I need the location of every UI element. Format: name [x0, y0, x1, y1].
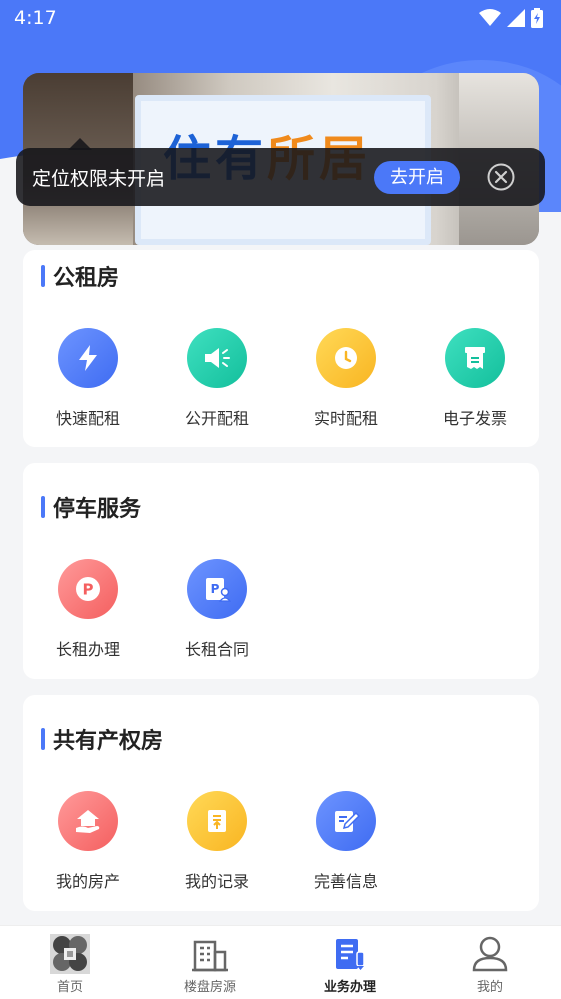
toast-message: 定位权限未开启: [32, 168, 166, 190]
lightning-icon: [58, 328, 118, 388]
section-parking: 停车服务 P 长租办理 P 长租合同: [23, 463, 539, 679]
my-records-button[interactable]: 我的记录: [152, 791, 282, 892]
invoice-icon: [445, 328, 505, 388]
tab-home[interactable]: 首页: [0, 926, 140, 999]
location-permission-toast: 定位权限未开启 去开启: [16, 138, 545, 206]
tab-listings[interactable]: 楼盘房源: [140, 926, 280, 999]
signal-icon: [507, 9, 525, 27]
business-icon: [336, 939, 365, 970]
my-property-button[interactable]: 我的房产: [23, 791, 153, 892]
realtime-rental-button[interactable]: 实时配租: [281, 328, 411, 429]
battery-icon: [531, 8, 543, 28]
bottom-tab-bar: 首页 楼盘房源 业务办理 我的: [0, 925, 561, 999]
enable-location-button[interactable]: 去开启: [374, 161, 460, 194]
svg-text:P: P: [83, 581, 94, 599]
section-title: 停车服务: [41, 491, 141, 523]
close-icon[interactable]: [487, 163, 515, 191]
wifi-icon: [479, 9, 501, 26]
parking-icon: P: [58, 559, 118, 619]
status-bar: 4:17: [0, 0, 561, 38]
section-shared-ownership: 共有产权房 我的房产 我的记录 完善信息: [23, 695, 539, 911]
tab-profile[interactable]: 我的: [420, 926, 560, 999]
status-icons: [479, 8, 543, 28]
section-title: 共有产权房: [41, 723, 163, 755]
contract-icon: P: [187, 559, 247, 619]
complete-info-button[interactable]: 完善信息: [281, 791, 411, 892]
quick-rental-button[interactable]: 快速配租: [23, 328, 153, 429]
section-title: 公租房: [41, 260, 119, 292]
status-time: 4:17: [14, 7, 57, 29]
long-term-rental-button[interactable]: P 长租办理: [23, 559, 153, 660]
home-icon: [50, 934, 90, 974]
tab-business[interactable]: 业务办理: [280, 926, 420, 999]
building-icon: [192, 940, 228, 972]
section-public-rental: 公租房 快速配租 公开配租 实时配租 电子发票: [23, 250, 539, 447]
public-rental-button[interactable]: 公开配租: [152, 328, 282, 429]
edit-icon: [316, 791, 376, 851]
record-icon: [187, 791, 247, 851]
clock-icon: [316, 328, 376, 388]
user-icon: [472, 936, 508, 972]
long-term-contract-button[interactable]: P 长租合同: [152, 559, 282, 660]
megaphone-icon: [187, 328, 247, 388]
house-hand-icon: [58, 791, 118, 851]
e-invoice-button[interactable]: 电子发票: [410, 328, 540, 429]
svg-text:P: P: [211, 582, 220, 596]
